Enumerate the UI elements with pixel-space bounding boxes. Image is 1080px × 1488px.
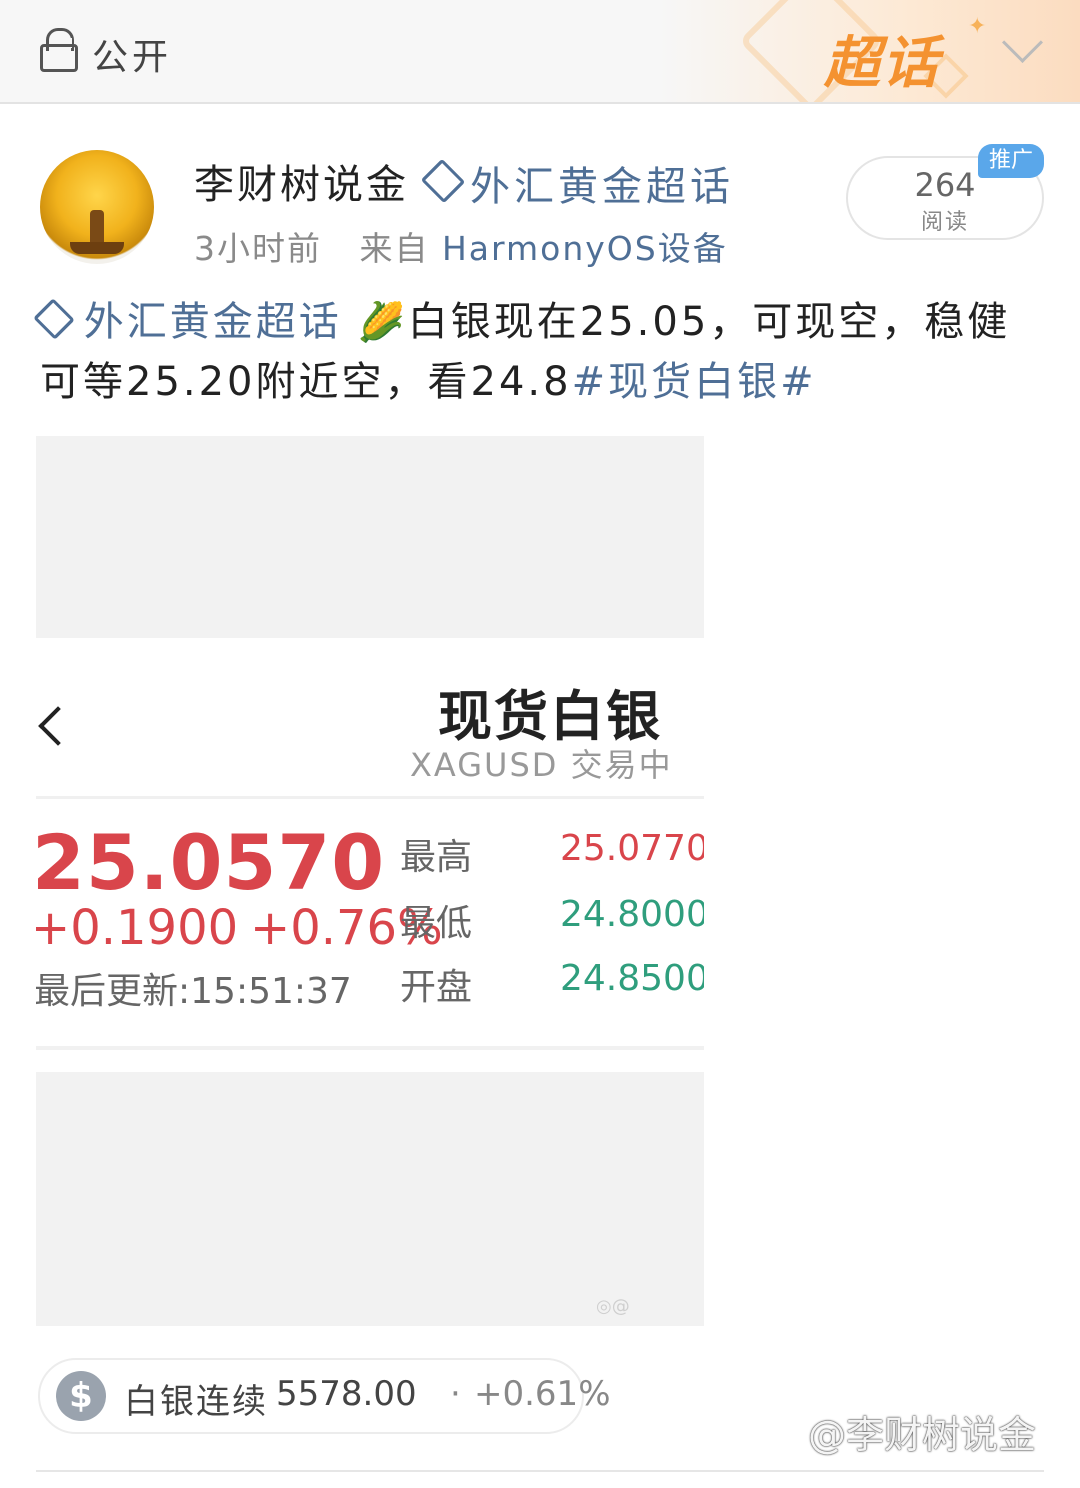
stock-value: 5578.00 bbox=[276, 1374, 417, 1414]
visibility-label[interactable]: 公开 bbox=[92, 28, 172, 80]
supertopic-badge[interactable]: 超话 bbox=[824, 18, 940, 99]
current-price: 25.0570 bbox=[36, 818, 386, 907]
weibo-watermark: @李财树说金 bbox=[808, 1413, 1037, 1457]
divider bbox=[36, 796, 704, 799]
stat-label-open: 开盘 bbox=[400, 967, 473, 1008]
lock-icon[interactable] bbox=[40, 28, 78, 72]
avatar[interactable] bbox=[40, 150, 154, 264]
back-arrow-icon bbox=[38, 706, 78, 746]
stock-change: +0.61% bbox=[474, 1374, 611, 1414]
image-top-blank bbox=[36, 436, 704, 638]
read-label: 阅读 bbox=[920, 210, 969, 235]
top-bar: 公开 超话 ✦ bbox=[0, 0, 1080, 104]
image-watermark-icon: ◎@ bbox=[596, 1296, 630, 1317]
stat-label-high: 最高 bbox=[400, 837, 473, 878]
promo-badge[interactable]: 推广 bbox=[978, 144, 1044, 178]
sparkle-icon: ✦ bbox=[968, 14, 987, 39]
topic-link[interactable]: 外汇黄金超话 bbox=[420, 154, 734, 212]
stat-value-low: 24.8000 bbox=[560, 894, 704, 935]
image-subtitle: XAGUSD 交易中 bbox=[410, 746, 673, 784]
stat-value-open: 24.8500 bbox=[560, 958, 704, 999]
stock-separator: · bbox=[450, 1374, 461, 1414]
author-name[interactable]: 李财树说金 bbox=[194, 152, 409, 210]
source-prefix: 来自 bbox=[359, 229, 430, 268]
last-updated: 最后更新:15:51:37 bbox=[36, 971, 352, 1012]
divider bbox=[36, 1470, 1044, 1472]
diamond-icon bbox=[33, 298, 75, 340]
stock-name: 白银连续 bbox=[124, 1382, 268, 1422]
stat-label-low: 最低 bbox=[400, 903, 473, 944]
stock-chip[interactable]: $ 白银连续 5578.00 · +0.61% bbox=[38, 1358, 611, 1434]
corn-emoji-icon: 🌽 bbox=[357, 300, 408, 344]
topic-link-label: 外汇黄金超话 bbox=[470, 164, 734, 210]
post-meta: 3小时前 来自 HarmonyOS设备 bbox=[194, 222, 728, 270]
post-text: 外汇黄金超话 🌽白银现在25.05，可现空，稳健可等25.20附近空，看24.8… bbox=[33, 292, 1040, 412]
post-image[interactable]: 现货白银 XAGUSD 交易中 25.0570 +0.1900 +0.76% 最… bbox=[36, 436, 704, 1326]
diamond-icon bbox=[420, 158, 466, 204]
source-device[interactable]: HarmonyOS设备 bbox=[442, 229, 728, 268]
price-change: +0.1900 bbox=[36, 900, 239, 956]
divider bbox=[36, 1046, 704, 1050]
post-time: 3小时前 bbox=[194, 229, 322, 268]
hashtag-link[interactable]: #现货白银# bbox=[572, 359, 817, 405]
dollar-icon: $ bbox=[56, 1371, 106, 1421]
stat-value-high: 25.0770 bbox=[560, 828, 704, 869]
post-topic-link[interactable]: 外汇黄金超话 bbox=[84, 299, 342, 345]
image-bottom-blank bbox=[36, 1072, 704, 1326]
